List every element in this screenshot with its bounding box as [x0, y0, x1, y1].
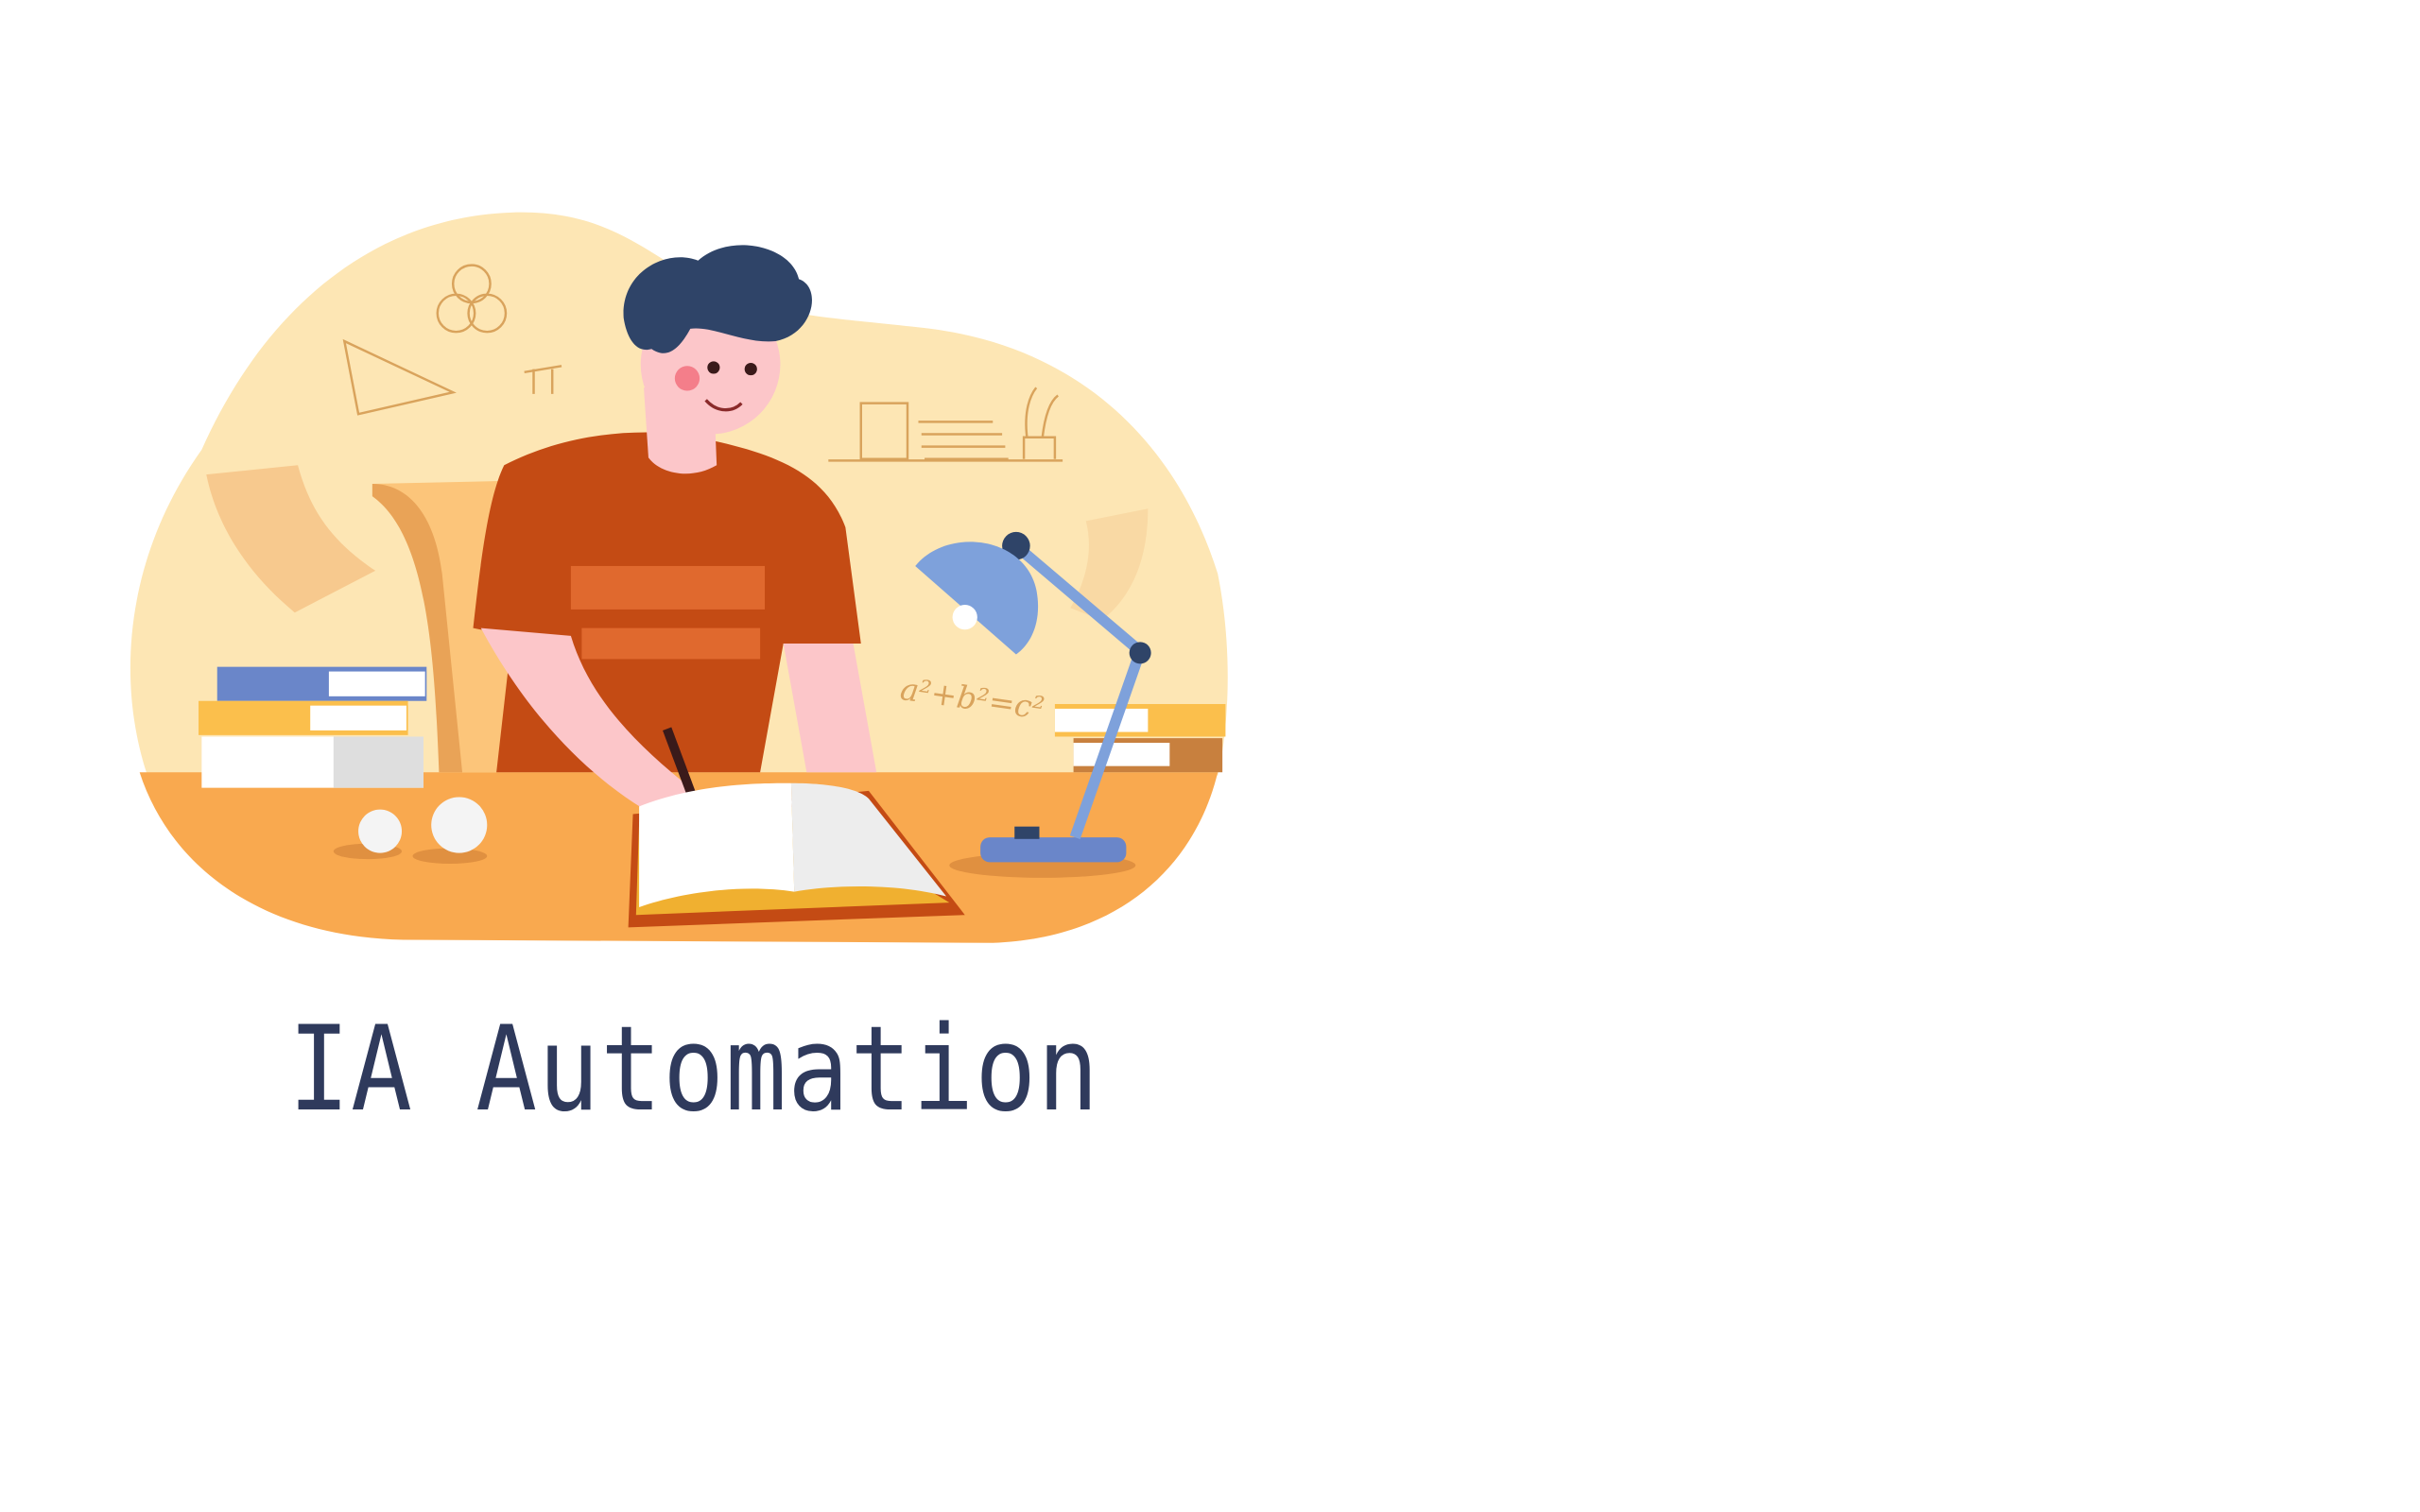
paper-ball [431, 797, 488, 853]
book-stack-left [199, 666, 427, 788]
page-title: IA Automation [288, 1002, 1100, 1138]
student-study-illustration: a²+b²=c² [130, 212, 1228, 943]
paper-ball [358, 809, 403, 853]
